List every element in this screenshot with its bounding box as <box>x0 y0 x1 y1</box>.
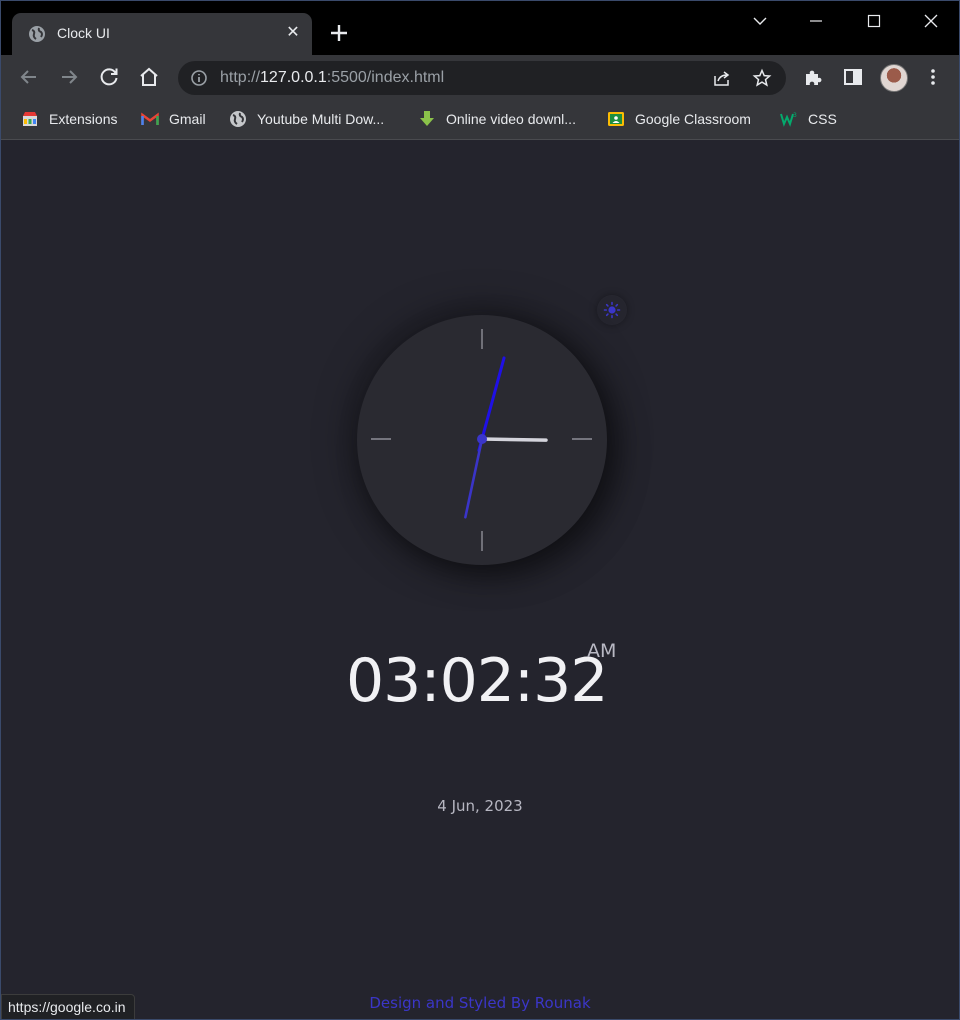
bookmark-css[interactable]: 3 CSS <box>780 109 837 129</box>
maximize-icon[interactable] <box>859 9 889 33</box>
forward-icon[interactable] <box>57 65 81 89</box>
side-panel-icon[interactable] <box>841 65 865 89</box>
am-pm-indicator: AM <box>587 640 617 662</box>
classroom-icon <box>608 112 624 126</box>
address-bar[interactable]: http://127.0.0.1:5500/index.html <box>178 61 786 95</box>
download-arrow-icon <box>420 111 434 126</box>
second-hand <box>464 437 484 519</box>
bookmark-star-icon[interactable] <box>752 68 772 88</box>
bookmark-label: Extensions <box>49 111 118 127</box>
status-bar-url: https://google.co.in <box>1 994 135 1019</box>
bookmark-label: Google Classroom <box>635 111 751 127</box>
clock-page: 03:02:32 AM 4 Jun, 2023 Design and Style… <box>1 141 959 1019</box>
tab-search-chevron-icon[interactable] <box>745 9 775 33</box>
url-path: :5500/index.html <box>326 69 445 86</box>
url-host: 127.0.0.1 <box>260 69 327 86</box>
profile-avatar[interactable] <box>880 64 908 92</box>
bookmark-youtube-multi-downloader[interactable]: Youtube Multi Dow... <box>229 109 384 129</box>
digital-time: 03:02:32 <box>346 646 608 716</box>
analog-clock-face <box>357 315 607 565</box>
close-window-icon[interactable] <box>916 9 946 33</box>
bookmark-gmail[interactable]: Gmail <box>141 109 206 129</box>
footer-credit: Design and Styled By Rounak <box>369 994 591 1012</box>
tab-strip: Clock UI ✕ <box>1 1 959 55</box>
site-info-icon[interactable] <box>189 68 209 88</box>
bookmark-google-classroom[interactable]: Google Classroom <box>607 109 751 129</box>
kebab-menu-icon[interactable] <box>921 65 945 89</box>
browser-window: Clock UI ✕ http://127.0.0.1:5500/index.h… <box>0 0 960 1020</box>
url-scheme: http:// <box>220 69 261 86</box>
bookmark-label: Youtube Multi Dow... <box>257 111 385 127</box>
bookmark-online-video-downloader[interactable]: Online video downl... <box>418 109 576 129</box>
tab-title: Clock UI <box>57 25 110 41</box>
bookmark-label: Gmail <box>169 111 206 127</box>
extensions-store-icon <box>23 112 37 126</box>
browser-toolbar: http://127.0.0.1:5500/index.html <box>1 55 959 101</box>
bookmark-extensions[interactable]: Extensions <box>21 109 117 129</box>
minimize-icon[interactable] <box>801 9 831 33</box>
plus-icon[interactable] <box>327 21 351 45</box>
url-text[interactable]: http://127.0.0.1:5500/index.html <box>220 69 444 87</box>
date-display: 4 Jun, 2023 <box>437 797 523 815</box>
svg-text:3: 3 <box>793 112 797 119</box>
bookmark-label: CSS <box>808 111 837 127</box>
globe-icon <box>230 111 246 127</box>
reload-icon[interactable] <box>97 65 121 89</box>
hour-hand <box>480 437 548 442</box>
home-icon[interactable] <box>137 65 161 89</box>
tab-close-icon[interactable]: ✕ <box>284 24 302 42</box>
w3schools-icon: 3 <box>780 112 797 127</box>
globe-icon <box>29 26 45 42</box>
bookmark-label: Online video downl... <box>446 111 576 127</box>
clock-center-dot <box>477 434 487 444</box>
gmail-icon <box>141 112 159 125</box>
bookmarks-bar: Extensions Gmail Youtube Multi Dow... On… <box>1 101 959 140</box>
extensions-puzzle-icon[interactable] <box>801 65 825 89</box>
share-icon[interactable] <box>712 68 732 88</box>
tab-clock-ui[interactable]: Clock UI ✕ <box>12 13 312 55</box>
back-icon[interactable] <box>17 65 41 89</box>
